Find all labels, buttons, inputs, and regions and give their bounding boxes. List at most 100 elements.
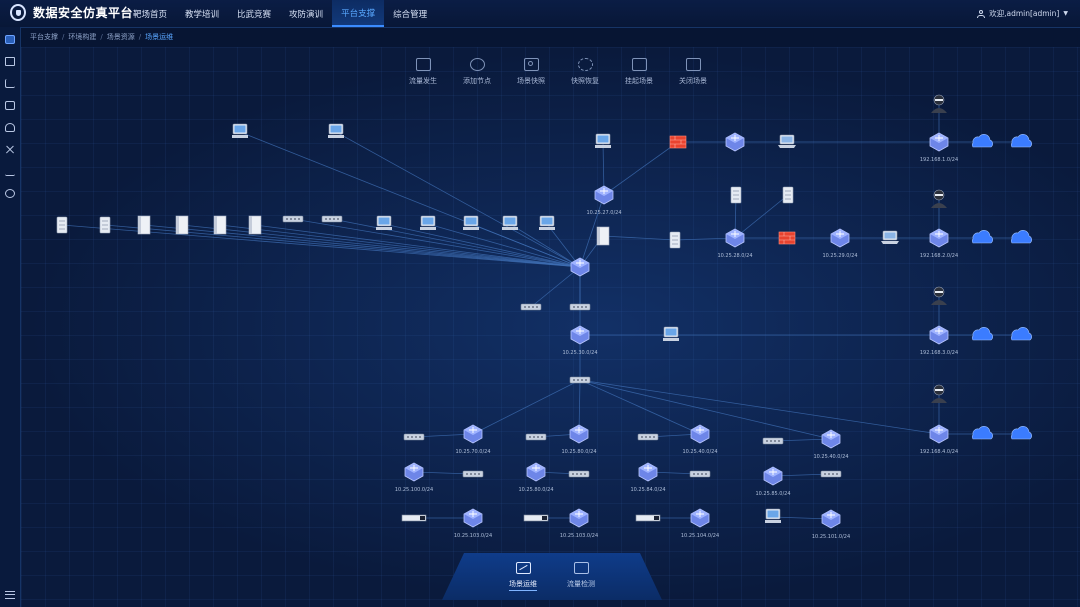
pc-node-icon[interactable] <box>595 133 611 148</box>
tower-node-icon[interactable] <box>213 215 227 235</box>
tower-node-icon[interactable] <box>137 215 151 235</box>
breadcrumb-item[interactable]: 场景资源 <box>107 32 135 42</box>
sw-node-icon[interactable] <box>569 303 591 311</box>
router-node-icon[interactable]: 10.25.104.0/24 <box>681 508 719 539</box>
cloud-node-icon[interactable] <box>1010 426 1032 440</box>
rack-node-icon[interactable] <box>635 514 661 522</box>
storage-icon[interactable] <box>5 123 15 132</box>
topology-canvas[interactable]: 10.25.27.0/24 192.168.1.0/24 10.25.28.0/24… <box>21 47 1080 607</box>
breadcrumb-item[interactable]: 环境构建 <box>68 32 96 42</box>
router-node-icon[interactable]: 10.25.100.0/24 <box>395 462 433 493</box>
sw-node-icon[interactable] <box>282 215 304 223</box>
suspend-scene-button[interactable]: 挂起场景 <box>612 58 666 86</box>
network-topology[interactable]: 10.25.27.0/24 192.168.1.0/24 10.25.28.0/24… <box>21 47 1080 607</box>
pc-node-icon[interactable] <box>502 215 518 230</box>
sw-node-icon[interactable] <box>520 303 542 311</box>
server-node-icon[interactable] <box>99 216 111 234</box>
server-node-icon[interactable] <box>782 186 794 204</box>
cloud-node-icon[interactable] <box>971 327 993 341</box>
pc-node-icon[interactable] <box>376 215 392 230</box>
nav-drill[interactable]: 攻防演训 <box>280 0 332 27</box>
hacker-node-icon[interactable] <box>931 384 947 403</box>
hacker-node-icon[interactable] <box>931 286 947 305</box>
router-node-icon[interactable] <box>725 132 745 152</box>
router-node-icon[interactable]: 10.25.80.0/24 <box>518 462 554 493</box>
nav-competition[interactable]: 比武竞赛 <box>228 0 280 27</box>
nav-admin[interactable]: 综合管理 <box>384 0 436 27</box>
router-node-icon[interactable]: 192.168.2.0/24 <box>920 228 958 259</box>
pc-node-icon[interactable] <box>463 215 479 230</box>
sw-node-icon[interactable] <box>820 470 842 478</box>
sw-node-icon[interactable] <box>525 433 547 441</box>
pc-node-icon[interactable] <box>765 508 781 523</box>
router-node-icon[interactable]: 10.25.85.0/24 <box>755 466 791 497</box>
sw-node-icon[interactable] <box>637 433 659 441</box>
rack-node-icon[interactable] <box>523 514 549 522</box>
router-node-icon[interactable]: 10.25.80.0/24 <box>561 424 597 455</box>
cloud-node-icon[interactable] <box>971 134 993 148</box>
cloud-node-icon[interactable] <box>1010 134 1032 148</box>
scene-ops-tab[interactable]: 场景运维 <box>496 553 550 600</box>
router-node-icon[interactable]: 10.25.40.0/24 <box>813 429 849 460</box>
tower-node-icon[interactable] <box>248 215 262 235</box>
router-node-icon[interactable]: 10.25.40.0/24 <box>682 424 718 455</box>
sw-node-icon[interactable] <box>569 376 591 384</box>
pc-node-icon[interactable] <box>420 215 436 230</box>
chart-icon[interactable] <box>5 79 15 88</box>
add-node-button[interactable]: 添加节点 <box>450 58 504 86</box>
router-node-icon[interactable]: 10.25.30.0/24 <box>562 325 598 356</box>
pc-node-icon[interactable] <box>328 123 344 138</box>
cloud-node-icon[interactable] <box>1010 327 1032 341</box>
router-node-icon[interactable]: 10.25.103.0/24 <box>454 508 492 539</box>
scene-snapshot-button[interactable]: 场景快照 <box>504 58 558 86</box>
server-node-icon[interactable] <box>56 216 68 234</box>
app-logo[interactable]: 数据安全仿真平台 <box>10 4 133 21</box>
cloud-node-icon[interactable] <box>971 426 993 440</box>
router-node-icon[interactable] <box>570 257 590 277</box>
sw-node-icon[interactable] <box>762 437 784 445</box>
tools-icon[interactable] <box>5 145 15 154</box>
pc-node-icon[interactable] <box>663 326 679 341</box>
router-node-icon[interactable]: 192.168.4.0/24 <box>920 424 958 455</box>
sw-node-icon[interactable] <box>403 433 425 441</box>
document-icon[interactable] <box>5 101 15 110</box>
router-node-icon[interactable]: 192.168.3.0/24 <box>920 325 958 356</box>
database-icon[interactable] <box>5 35 15 44</box>
hacker-node-icon[interactable] <box>931 189 947 208</box>
list-icon[interactable] <box>5 57 15 66</box>
tower-node-icon[interactable] <box>596 226 610 246</box>
router-node-icon[interactable]: 192.168.1.0/24 <box>920 132 958 163</box>
sw-node-icon[interactable] <box>689 470 711 478</box>
rack-node-icon[interactable] <box>401 514 427 522</box>
cloud-node-icon[interactable] <box>1010 230 1032 244</box>
router-node-icon[interactable]: 10.25.70.0/24 <box>455 424 491 455</box>
sw-node-icon[interactable] <box>321 215 343 223</box>
router-node-icon[interactable]: 10.25.29.0/24 <box>822 228 858 259</box>
server-node-icon[interactable] <box>730 186 742 204</box>
settings-icon[interactable] <box>5 189 15 198</box>
cloud-node-icon[interactable] <box>971 230 993 244</box>
laptop-node-icon[interactable] <box>778 134 796 148</box>
user-menu[interactable]: 欢迎,admin[admin] ▼ <box>977 8 1068 19</box>
router-node-icon[interactable]: 10.25.101.0/24 <box>812 509 850 540</box>
close-scene-button[interactable]: 关闭场景 <box>666 58 720 86</box>
router-node-icon[interactable]: 10.25.28.0/24 <box>717 228 753 259</box>
tower-node-icon[interactable] <box>175 215 189 235</box>
breadcrumb-item[interactable]: 平台支撑 <box>30 32 58 42</box>
sw-node-icon[interactable] <box>462 470 484 478</box>
traffic-generate-button[interactable]: 流量发生 <box>396 58 450 86</box>
laptop-node-icon[interactable] <box>881 230 899 244</box>
collapse-menu-icon[interactable] <box>5 591 15 599</box>
pc-node-icon[interactable] <box>539 215 555 230</box>
nav-training[interactable]: 教学培训 <box>176 0 228 27</box>
hacker-node-icon[interactable] <box>931 94 947 113</box>
server-node-icon[interactable] <box>669 231 681 249</box>
sw-node-icon[interactable] <box>568 470 590 478</box>
nav-range-home[interactable]: 靶场首页 <box>124 0 176 27</box>
router-node-icon[interactable]: 10.25.103.0/24 <box>560 508 598 539</box>
traffic-detect-tab[interactable]: 流量检测 <box>554 553 608 600</box>
fw-node-icon[interactable] <box>778 231 796 245</box>
pc-node-icon[interactable] <box>232 123 248 138</box>
analytics-icon[interactable] <box>5 167 15 176</box>
snapshot-restore-button[interactable]: 快照恢复 <box>558 58 612 86</box>
